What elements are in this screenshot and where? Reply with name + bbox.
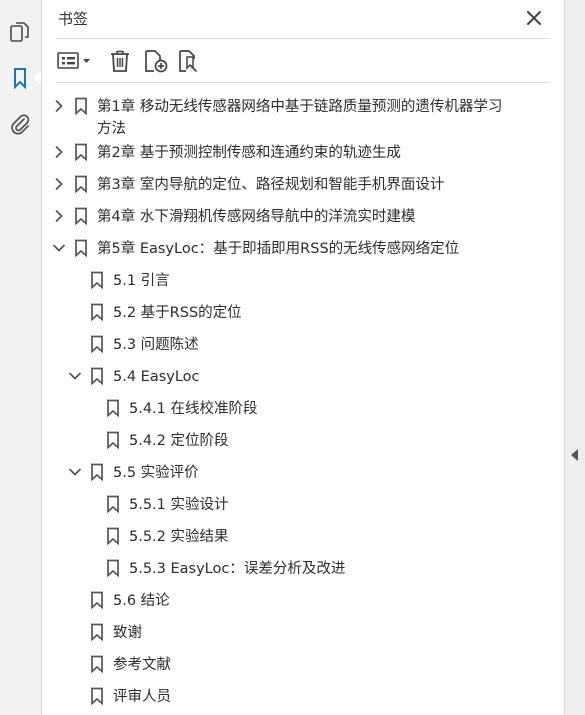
title-divider	[56, 38, 550, 39]
bookmark-label: 第1章 移动无线传感器网络中基于链路质量预测的遗传机器学习 方法	[97, 99, 503, 137]
bookmark-item[interactable]: 5.5.1 实验设计	[106, 494, 229, 516]
bookmark-item[interactable]: 5.1 引言	[90, 270, 170, 292]
bookmark-label: 5.1 引言	[113, 273, 170, 289]
bookmark-icon	[90, 687, 104, 705]
bookmark-item[interactable]: 5.4.1 在线校准阶段	[106, 398, 258, 420]
chevron-right-icon[interactable]	[52, 177, 66, 191]
options-menu-icon	[57, 52, 90, 69]
bookmark-item[interactable]: 致谢	[90, 622, 142, 644]
bookmark-item[interactable]: 第1章 移动无线传感器网络中基于链路质量预测的遗传机器学习 方法	[52, 96, 502, 140]
bookmark-icon	[74, 143, 88, 161]
bookmark-label: 参考文献	[113, 657, 171, 673]
pages-icon[interactable]	[6, 18, 34, 46]
chevron-down-icon[interactable]	[68, 369, 82, 383]
bookmark-search-button[interactable]	[176, 48, 204, 74]
bookmark-label: 5.4 EasyLoc	[113, 369, 200, 385]
bookmark-icon	[106, 431, 120, 449]
bookmark-label: 5.4.1 在线校准阶段	[129, 401, 258, 417]
bookmark-item[interactable]: 第2章 基于预测控制传感和连通约束的轨迹生成	[52, 142, 401, 164]
toolbar-divider	[56, 82, 550, 83]
bookmark-icon	[90, 367, 104, 385]
bookmarks-panel: 书签 第1章 移动无线传感器网络中基于链路质量预测的遗传机器学习 方法 第2章 …	[42, 0, 564, 715]
right-collapse-strip[interactable]	[564, 0, 585, 715]
bookmark-search-icon	[179, 50, 197, 72]
delete-icon	[111, 50, 129, 72]
navigation-rail	[0, 0, 42, 715]
bookmark-label: 第5章 EasyLoc：基于即插即用RSS的无线传感网络定位	[97, 241, 460, 257]
bookmark-label: 5.3 问题陈述	[113, 337, 199, 353]
bookmark-label: 5.5.2 实验结果	[129, 529, 229, 545]
chevron-down-icon[interactable]	[52, 241, 66, 255]
bookmark-label: 评审人员	[113, 689, 171, 705]
bookmark-item[interactable]: 第3章 室内导航的定位、路径规划和智能手机界面设计	[52, 174, 444, 196]
bookmark-item[interactable]: 5.4 EasyLoc	[68, 366, 200, 388]
bookmark-icon	[106, 399, 120, 417]
bookmark-label: 5.4.2 定位阶段	[129, 433, 229, 449]
chevron-right-icon[interactable]	[52, 99, 66, 113]
attachment-icon[interactable]	[6, 110, 34, 138]
bookmark-icon	[90, 463, 104, 481]
options-menu-button[interactable]	[56, 48, 94, 74]
close-icon	[527, 11, 541, 25]
delete-button[interactable]	[108, 48, 132, 74]
active-panel-pointer	[33, 71, 41, 85]
bookmark-item[interactable]: 5.5 实验评价	[68, 462, 199, 484]
bookmark-item[interactable]: 5.2 基于RSS的定位	[90, 302, 242, 324]
bookmarks-panel-window: 书签 第1章 移动无线传感器网络中基于链路质量预测的遗传机器学习 方法 第2章 …	[0, 0, 585, 715]
bookmark-label-continuation: 方法	[97, 121, 126, 137]
bookmark-icon	[74, 239, 88, 257]
bookmark-icon	[74, 97, 88, 115]
bookmark-item[interactable]: 评审人员	[90, 686, 171, 708]
chevron-right-icon[interactable]	[52, 209, 66, 223]
expand-left-arrow-icon[interactable]	[571, 449, 578, 461]
bookmark-icon	[90, 591, 104, 609]
panel-title: 书签	[58, 10, 89, 28]
bookmark-icon	[74, 207, 88, 225]
bookmark-icon	[74, 175, 88, 193]
new-bookmark-icon	[145, 50, 168, 73]
bookmark-item[interactable]: 第5章 EasyLoc：基于即插即用RSS的无线传感网络定位	[52, 238, 459, 260]
bookmark-icon	[106, 559, 120, 577]
bookmark-item[interactable]: 5.4.2 定位阶段	[106, 430, 229, 452]
bookmark-label: 5.6 结论	[113, 593, 170, 609]
bookmark-label: 5.5 实验评价	[113, 465, 199, 481]
bookmark-item[interactable]: 5.3 问题陈述	[90, 334, 199, 356]
chevron-right-icon[interactable]	[52, 145, 66, 159]
bookmark-icon	[90, 271, 104, 289]
bookmark-label: 5.2 基于RSS的定位	[113, 305, 242, 321]
bookmark-icon	[106, 495, 120, 513]
close-button[interactable]	[524, 8, 544, 28]
bookmark-icon[interactable]	[6, 64, 34, 92]
bookmark-item[interactable]: 第4章 水下滑翔机传感网络导航中的洋流实时建模	[52, 206, 415, 228]
bookmarks-toolbar	[56, 46, 550, 76]
bookmark-label: 致谢	[113, 625, 142, 641]
new-bookmark-button[interactable]	[142, 48, 170, 74]
bookmark-label: 5.5.1 实验设计	[129, 497, 229, 513]
bookmark-label: 第2章 基于预测控制传感和连通约束的轨迹生成	[97, 145, 401, 161]
bookmark-item[interactable]: 参考文献	[90, 654, 171, 676]
bookmark-icon	[90, 623, 104, 641]
bookmark-icon	[90, 303, 104, 321]
bookmark-label: 第4章 水下滑翔机传感网络导航中的洋流实时建模	[97, 209, 416, 225]
bookmark-icon	[90, 335, 104, 353]
bookmark-label: 第3章 室内导航的定位、路径规划和智能手机界面设计	[97, 177, 445, 193]
chevron-down-icon[interactable]	[68, 465, 82, 479]
bookmark-item[interactable]: 5.6 结论	[90, 590, 170, 612]
bookmark-item[interactable]: 5.5.2 实验结果	[106, 526, 229, 548]
bookmark-item[interactable]: 5.5.3 EasyLoc：误差分析及改进	[106, 558, 345, 580]
bookmark-icon	[106, 527, 120, 545]
bookmark-icon	[90, 655, 104, 673]
bookmark-label: 5.5.3 EasyLoc：误差分析及改进	[129, 561, 346, 577]
